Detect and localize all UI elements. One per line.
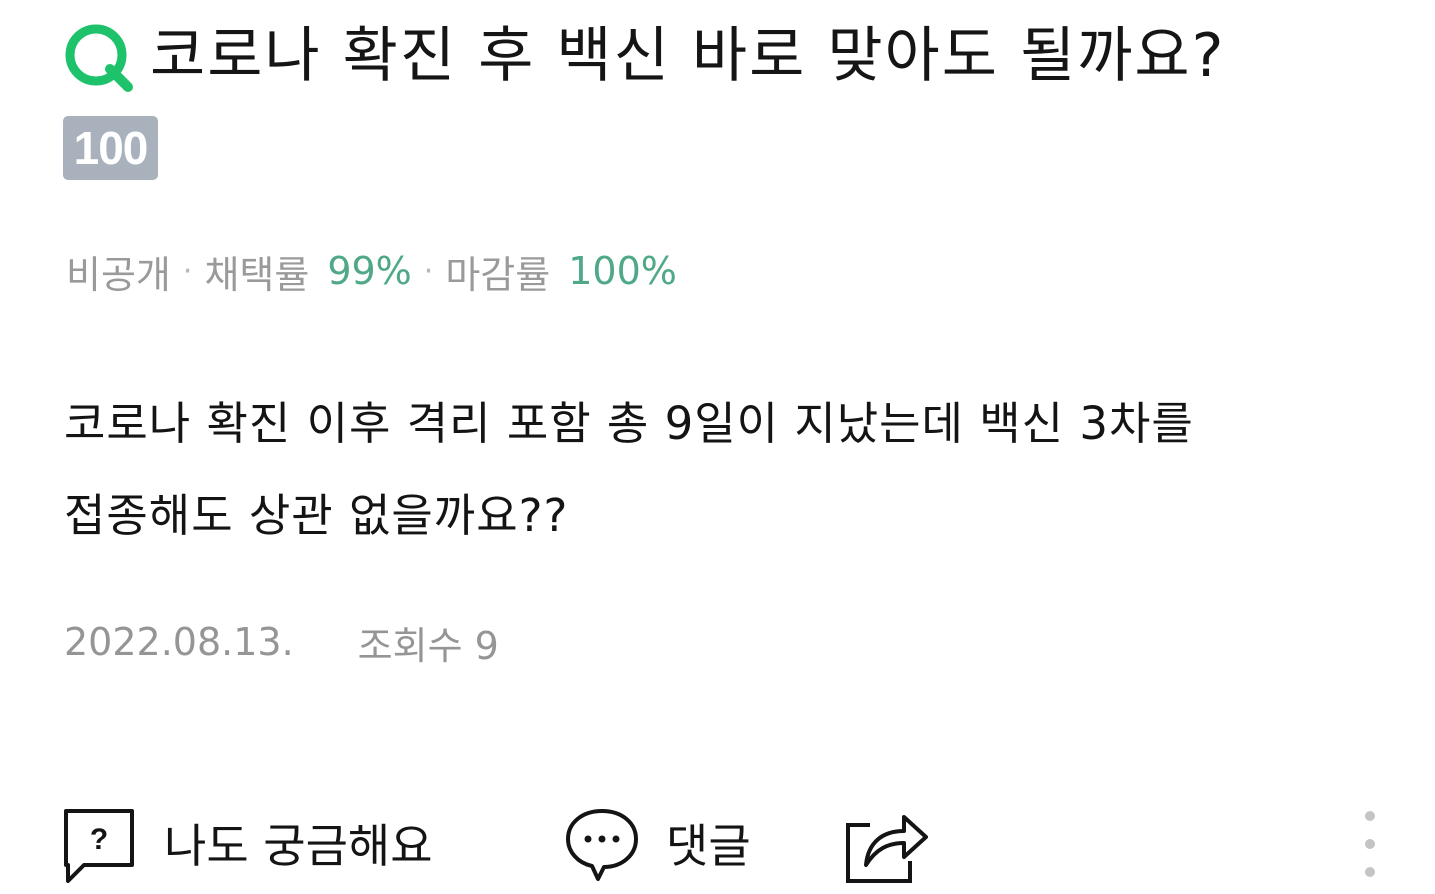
curious-button[interactable]: ? 나도 궁금해요 xyxy=(62,800,433,886)
svg-text:?: ? xyxy=(90,823,108,856)
adoption-rate-value: 99% xyxy=(327,249,412,293)
action-bar: ? 나도 궁금해요 댓글 xyxy=(62,800,1402,890)
speech-bubble-icon xyxy=(566,809,638,881)
adoption-rate-label: 채택률 xyxy=(204,252,310,297)
view-count-value: 9 xyxy=(474,623,499,668)
comment-button[interactable]: 댓글 xyxy=(564,800,751,886)
points-badge: 100 xyxy=(63,116,158,180)
question-bubble-icon: ? xyxy=(64,809,134,883)
question-title-row: 코로나 확진 후 백신 바로 맞아도 될까요? xyxy=(62,16,1422,96)
more-vertical-icon xyxy=(1365,811,1375,877)
curious-label: 나도 궁금해요 xyxy=(164,819,433,873)
q-icon xyxy=(65,24,133,92)
close-rate-label: 마감률 xyxy=(445,252,551,297)
question-title: 코로나 확진 후 백신 바로 맞아도 될까요? xyxy=(150,21,1226,91)
question-meta: 비공개 · 채택률 99% · 마감률 100% xyxy=(66,243,677,299)
share-icon xyxy=(846,815,928,883)
post-date: 2022.08.13. xyxy=(64,620,294,664)
close-rate-value: 100% xyxy=(568,249,677,293)
more-options-button[interactable] xyxy=(1358,804,1388,890)
meta-separator: · xyxy=(423,253,434,289)
question-info: 2022.08.13. 조회수 9 xyxy=(64,614,499,670)
view-count-label: 조회수 xyxy=(357,623,463,668)
question-body-line: 코로나 확진 이후 격리 포함 총 9일이 지났는데 백신 3차를 xyxy=(64,397,1194,450)
meta-separator: · xyxy=(182,253,193,289)
view-count: 조회수 9 xyxy=(358,615,499,670)
share-button[interactable] xyxy=(844,800,930,886)
visibility-label: 비공개 xyxy=(66,252,171,297)
question-body: 코로나 확진 이후 격리 포함 총 9일이 지났는데 백신 3차를 접종해도 상… xyxy=(64,378,1394,562)
comment-label: 댓글 xyxy=(666,819,751,873)
question-body-line: 접종해도 상관 없을까요?? xyxy=(64,489,569,542)
question-page: 코로나 확진 후 백신 바로 맞아도 될까요? 100 비공개 · 채택률 99… xyxy=(0,0,1435,890)
